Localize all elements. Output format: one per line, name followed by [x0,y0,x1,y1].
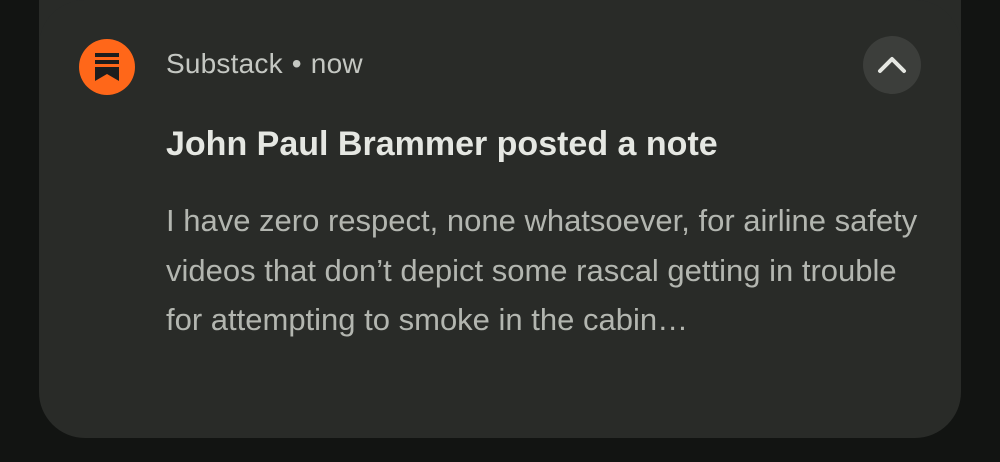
header-separator: • [291,48,302,79]
notification-card[interactable]: Substack • now John Paul Brammer posted a … [39,0,961,438]
chevron-up-icon [878,57,906,73]
notification-header: Substack • now [166,48,363,80]
expand-button[interactable] [863,36,921,94]
notification-body: I have zero respect, none whatsoever, fo… [166,203,918,337]
notification-time: now [310,48,363,79]
substack-logo-icon [79,39,135,95]
notification-title: John Paul Brammer posted a note [166,125,718,163]
app-name: Substack [166,48,283,79]
